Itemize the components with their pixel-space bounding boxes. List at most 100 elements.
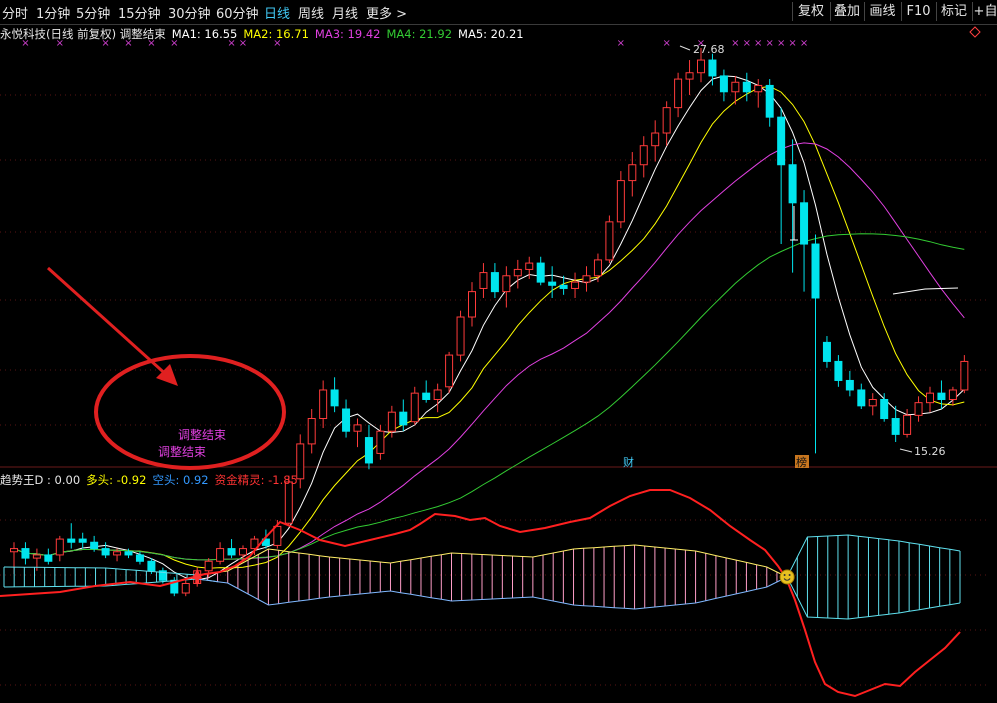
- top-marker: ×: [147, 38, 155, 49]
- candle-body: [227, 548, 236, 556]
- candle-body: [147, 560, 156, 572]
- candle-body: [765, 84, 774, 118]
- candle-body: [67, 538, 76, 543]
- candle-body: [445, 354, 454, 388]
- candle: [960, 355, 969, 394]
- top-marker: ×: [754, 38, 762, 49]
- candle-body: [605, 221, 614, 261]
- candle: [410, 386, 419, 425]
- top-marker: ×: [170, 38, 178, 49]
- top-marker: ×: [777, 38, 785, 49]
- candle-body: [777, 116, 786, 166]
- candle-body: [788, 164, 797, 204]
- candle: [353, 418, 362, 448]
- candle: [948, 386, 957, 406]
- candle: [719, 69, 728, 102]
- indicator-value-0: 多头: -0.92: [86, 473, 147, 487]
- candle-body: [456, 316, 465, 356]
- low-price-label: 15.26: [914, 445, 946, 458]
- buy-arrow-stem: [195, 579, 200, 583]
- candle: [742, 72, 751, 102]
- candle-body: [364, 437, 373, 464]
- candle-body: [502, 275, 511, 293]
- candle: [674, 72, 683, 118]
- candle-body: [697, 59, 705, 74]
- candle: [536, 256, 545, 286]
- candle-body: [353, 424, 362, 432]
- candle-body: [44, 554, 53, 562]
- candle-body: [376, 430, 385, 454]
- top-marker: ×: [800, 38, 808, 49]
- top-marker: ×: [124, 38, 132, 49]
- candle: [616, 171, 625, 229]
- top-marker: ×: [101, 38, 109, 49]
- ma-line-2: [13, 85, 965, 569]
- candle: [422, 380, 431, 403]
- top-marker: ×: [788, 38, 796, 49]
- candle-body: [10, 548, 18, 553]
- candle: [754, 79, 763, 108]
- ma-line-3: [13, 142, 965, 561]
- top-marker: ×: [273, 38, 281, 49]
- candle-body: [239, 548, 247, 556]
- candle-body: [937, 392, 946, 400]
- candle: [628, 152, 637, 197]
- candle-body: [754, 84, 763, 93]
- ma-line-1: [13, 75, 965, 581]
- candle: [456, 310, 465, 362]
- candle-body: [342, 408, 351, 432]
- candle-body: [548, 281, 557, 286]
- ma-line-5: [892, 287, 959, 295]
- candle-body: [571, 281, 580, 289]
- high-pointer: [679, 45, 691, 51]
- candle-body: [113, 551, 122, 556]
- candle-body: [731, 81, 740, 93]
- candle-body: [845, 379, 854, 391]
- top-marker: ×: [239, 38, 247, 49]
- candle: [376, 424, 385, 460]
- candle-body: [181, 582, 190, 594]
- candle: [891, 405, 900, 442]
- candle: [914, 396, 923, 422]
- price-chart[interactable]: × × × × × × × × × × × × × × × × × × × 调整结束调整结束27.6815.26财榜: [0, 0, 997, 703]
- indicator-value-1: 空头: 0.92: [152, 473, 209, 487]
- candle: [834, 355, 843, 387]
- candle-body: [593, 259, 602, 277]
- indicator-panel: [0, 489, 961, 698]
- candle: [811, 234, 820, 454]
- candle-body: [319, 389, 328, 420]
- candle: [67, 523, 76, 549]
- candle: [662, 101, 671, 146]
- candle: [708, 53, 717, 86]
- candle-body: [216, 548, 225, 562]
- candle: [21, 542, 30, 565]
- annotation-layer: 调整结束调整结束27.6815.26财榜: [46, 26, 981, 470]
- candle-body: [811, 243, 820, 299]
- bear-envelope-upper: [3, 566, 218, 576]
- candle-body: [834, 360, 843, 381]
- candle: [639, 136, 648, 178]
- candle: [44, 548, 53, 565]
- candle: [445, 351, 454, 394]
- smiley-icon: [779, 569, 795, 585]
- candle: [926, 386, 934, 413]
- top-marker: ×: [21, 38, 29, 49]
- candle: [880, 393, 889, 422]
- candle: [319, 380, 328, 429]
- candle: [55, 535, 64, 562]
- adjust-end-label: 调整结束: [178, 427, 226, 442]
- candle-body: [868, 398, 877, 407]
- moving-average-lines: [13, 75, 965, 581]
- candle: [181, 580, 190, 597]
- candle-body: [559, 284, 568, 289]
- top-markers: × × × × × × × × × × × × × × × × × × ×: [21, 38, 808, 49]
- top-marker: ×: [743, 38, 751, 49]
- candle-body: [800, 202, 809, 245]
- candle: [685, 60, 694, 95]
- money-sprite-line: [0, 489, 961, 698]
- candle-body: [307, 418, 316, 445]
- candle-body: [674, 78, 683, 109]
- candle-body: [422, 392, 431, 400]
- cai-badge: 财: [623, 455, 634, 469]
- candle: [468, 282, 476, 327]
